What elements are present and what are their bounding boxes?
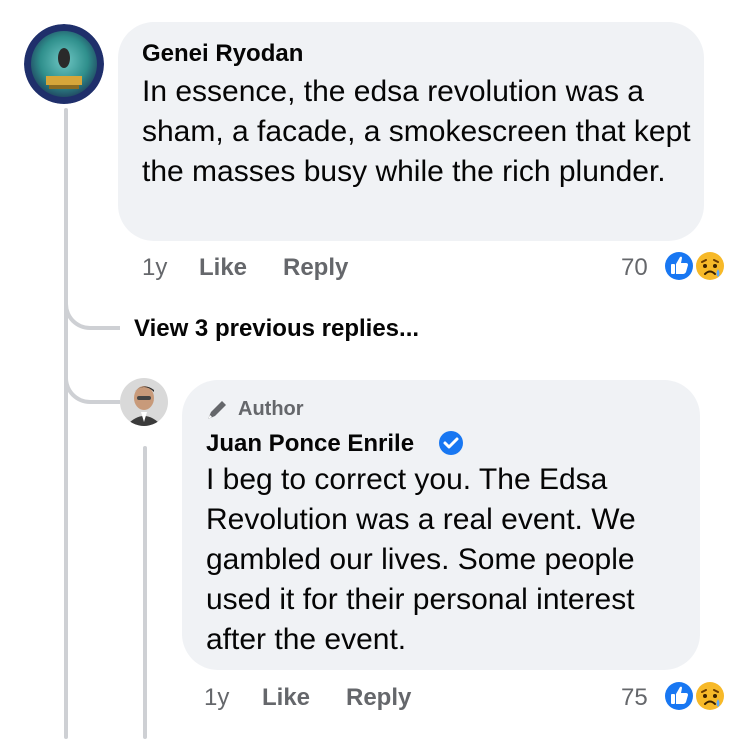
comment-bubble: Genei Ryodan In essence, the edsa revolu…	[118, 22, 704, 241]
reply-bubble: Author Juan Ponce Enrile I beg to correc…	[182, 380, 700, 670]
thread-line-reply	[143, 446, 147, 739]
comment-timestamp[interactable]: 1y	[142, 254, 167, 282]
pen-icon	[204, 398, 232, 422]
thread-line-main	[64, 108, 68, 739]
reaction-count[interactable]: 75	[621, 684, 648, 712]
commenter-name[interactable]: Genei Ryodan	[142, 40, 303, 68]
avatar-genei-ryodan[interactable]	[24, 24, 104, 104]
sad-icon[interactable]	[693, 679, 727, 713]
comment-text: I beg to correct you. The Edsa Revolutio…	[206, 463, 636, 656]
thread-branch-reply	[64, 350, 120, 404]
like-button[interactable]: Like	[262, 684, 310, 712]
reply-timestamp[interactable]: 1y	[204, 684, 229, 712]
reaction-count[interactable]: 70	[621, 254, 648, 282]
sad-icon[interactable]	[693, 249, 727, 283]
commenter-name[interactable]: Juan Ponce Enrile	[206, 430, 414, 458]
author-badge-label: Author	[238, 398, 304, 420]
reply-button[interactable]: Reply	[283, 254, 348, 282]
comment-text: In essence, the edsa revolution was a sh…	[142, 75, 691, 188]
view-previous-replies-link[interactable]: View 3 previous replies...	[134, 315, 419, 343]
like-icon[interactable]	[662, 679, 696, 713]
like-button[interactable]: Like	[199, 254, 247, 282]
avatar-juan-ponce-enrile[interactable]	[120, 378, 168, 426]
verified-check-icon	[438, 430, 464, 456]
reply-button[interactable]: Reply	[346, 684, 411, 712]
like-icon[interactable]	[662, 249, 696, 283]
thread-branch-view-previous	[64, 276, 120, 330]
